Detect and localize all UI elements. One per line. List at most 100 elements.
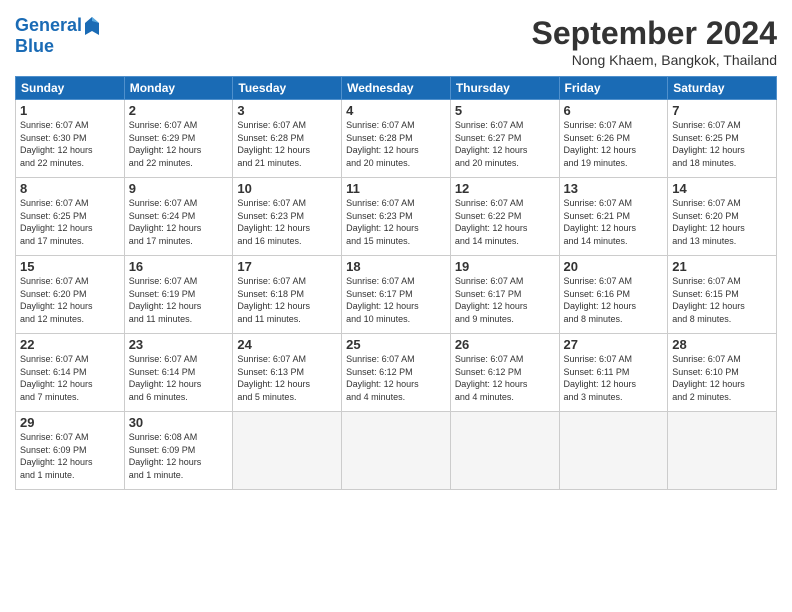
calendar-cell-20: 20Sunrise: 6:07 AMSunset: 6:16 PMDayligh… <box>559 256 668 334</box>
calendar-cell-10: 10Sunrise: 6:07 AMSunset: 6:23 PMDayligh… <box>233 178 342 256</box>
day-number: 4 <box>346 103 446 118</box>
calendar-cell-26: 26Sunrise: 6:07 AMSunset: 6:12 PMDayligh… <box>450 334 559 412</box>
day-info: Sunrise: 6:07 AMSunset: 6:17 PMDaylight:… <box>346 275 446 325</box>
day-number: 5 <box>455 103 555 118</box>
calendar-cell-25: 25Sunrise: 6:07 AMSunset: 6:12 PMDayligh… <box>342 334 451 412</box>
calendar-cell-23: 23Sunrise: 6:07 AMSunset: 6:14 PMDayligh… <box>124 334 233 412</box>
day-info: Sunrise: 6:07 AMSunset: 6:30 PMDaylight:… <box>20 119 120 169</box>
logo-icon <box>83 15 101 37</box>
day-number: 25 <box>346 337 446 352</box>
calendar-cell-empty <box>450 412 559 490</box>
day-info: Sunrise: 6:07 AMSunset: 6:24 PMDaylight:… <box>129 197 229 247</box>
calendar-cell-22: 22Sunrise: 6:07 AMSunset: 6:14 PMDayligh… <box>16 334 125 412</box>
calendar-cell-8: 8Sunrise: 6:07 AMSunset: 6:25 PMDaylight… <box>16 178 125 256</box>
calendar-week-1: 1Sunrise: 6:07 AMSunset: 6:30 PMDaylight… <box>16 100 777 178</box>
day-info: Sunrise: 6:07 AMSunset: 6:27 PMDaylight:… <box>455 119 555 169</box>
calendar-cell-30: 30Sunrise: 6:08 AMSunset: 6:09 PMDayligh… <box>124 412 233 490</box>
day-number: 18 <box>346 259 446 274</box>
main-container: General Blue September 2024 Nong Khaem, … <box>0 0 792 500</box>
calendar-cell-9: 9Sunrise: 6:07 AMSunset: 6:24 PMDaylight… <box>124 178 233 256</box>
day-info: Sunrise: 6:07 AMSunset: 6:15 PMDaylight:… <box>672 275 772 325</box>
day-number: 2 <box>129 103 229 118</box>
day-number: 21 <box>672 259 772 274</box>
day-info: Sunrise: 6:07 AMSunset: 6:26 PMDaylight:… <box>564 119 664 169</box>
day-number: 28 <box>672 337 772 352</box>
day-number: 20 <box>564 259 664 274</box>
day-number: 17 <box>237 259 337 274</box>
location: Nong Khaem, Bangkok, Thailand <box>532 52 777 68</box>
calendar-table: SundayMondayTuesdayWednesdayThursdayFrid… <box>15 76 777 490</box>
calendar-cell-empty <box>559 412 668 490</box>
day-info: Sunrise: 6:07 AMSunset: 6:21 PMDaylight:… <box>564 197 664 247</box>
day-number: 10 <box>237 181 337 196</box>
day-info: Sunrise: 6:07 AMSunset: 6:20 PMDaylight:… <box>672 197 772 247</box>
day-info: Sunrise: 6:07 AMSunset: 6:29 PMDaylight:… <box>129 119 229 169</box>
day-number: 19 <box>455 259 555 274</box>
day-number: 1 <box>20 103 120 118</box>
day-info: Sunrise: 6:07 AMSunset: 6:28 PMDaylight:… <box>237 119 337 169</box>
day-number: 30 <box>129 415 229 430</box>
day-number: 8 <box>20 181 120 196</box>
title-area: September 2024 Nong Khaem, Bangkok, Thai… <box>532 15 777 68</box>
calendar-cell-3: 3Sunrise: 6:07 AMSunset: 6:28 PMDaylight… <box>233 100 342 178</box>
day-number: 24 <box>237 337 337 352</box>
calendar-cell-19: 19Sunrise: 6:07 AMSunset: 6:17 PMDayligh… <box>450 256 559 334</box>
day-number: 11 <box>346 181 446 196</box>
day-info: Sunrise: 6:07 AMSunset: 6:14 PMDaylight:… <box>129 353 229 403</box>
header-cell-friday: Friday <box>559 77 668 100</box>
calendar-cell-6: 6Sunrise: 6:07 AMSunset: 6:26 PMDaylight… <box>559 100 668 178</box>
header: General Blue September 2024 Nong Khaem, … <box>15 15 777 68</box>
day-number: 23 <box>129 337 229 352</box>
logo: General Blue <box>15 15 101 57</box>
calendar-cell-7: 7Sunrise: 6:07 AMSunset: 6:25 PMDaylight… <box>668 100 777 178</box>
day-info: Sunrise: 6:07 AMSunset: 6:25 PMDaylight:… <box>20 197 120 247</box>
calendar-cell-29: 29Sunrise: 6:07 AMSunset: 6:09 PMDayligh… <box>16 412 125 490</box>
calendar-week-3: 15Sunrise: 6:07 AMSunset: 6:20 PMDayligh… <box>16 256 777 334</box>
header-cell-monday: Monday <box>124 77 233 100</box>
day-info: Sunrise: 6:07 AMSunset: 6:09 PMDaylight:… <box>20 431 120 481</box>
day-number: 27 <box>564 337 664 352</box>
day-number: 14 <box>672 181 772 196</box>
calendar-cell-27: 27Sunrise: 6:07 AMSunset: 6:11 PMDayligh… <box>559 334 668 412</box>
calendar-cell-28: 28Sunrise: 6:07 AMSunset: 6:10 PMDayligh… <box>668 334 777 412</box>
day-number: 12 <box>455 181 555 196</box>
day-info: Sunrise: 6:07 AMSunset: 6:25 PMDaylight:… <box>672 119 772 169</box>
day-number: 26 <box>455 337 555 352</box>
day-info: Sunrise: 6:07 AMSunset: 6:12 PMDaylight:… <box>455 353 555 403</box>
calendar-cell-empty <box>342 412 451 490</box>
calendar-cell-15: 15Sunrise: 6:07 AMSunset: 6:20 PMDayligh… <box>16 256 125 334</box>
calendar-cell-5: 5Sunrise: 6:07 AMSunset: 6:27 PMDaylight… <box>450 100 559 178</box>
logo-blue: Blue <box>15 37 101 57</box>
calendar-cell-2: 2Sunrise: 6:07 AMSunset: 6:29 PMDaylight… <box>124 100 233 178</box>
calendar-cell-14: 14Sunrise: 6:07 AMSunset: 6:20 PMDayligh… <box>668 178 777 256</box>
calendar-cell-4: 4Sunrise: 6:07 AMSunset: 6:28 PMDaylight… <box>342 100 451 178</box>
calendar-cell-18: 18Sunrise: 6:07 AMSunset: 6:17 PMDayligh… <box>342 256 451 334</box>
day-info: Sunrise: 6:07 AMSunset: 6:20 PMDaylight:… <box>20 275 120 325</box>
day-number: 3 <box>237 103 337 118</box>
day-info: Sunrise: 6:07 AMSunset: 6:14 PMDaylight:… <box>20 353 120 403</box>
calendar-cell-11: 11Sunrise: 6:07 AMSunset: 6:23 PMDayligh… <box>342 178 451 256</box>
day-number: 6 <box>564 103 664 118</box>
day-number: 13 <box>564 181 664 196</box>
header-cell-saturday: Saturday <box>668 77 777 100</box>
day-number: 9 <box>129 181 229 196</box>
day-number: 29 <box>20 415 120 430</box>
calendar-week-5: 29Sunrise: 6:07 AMSunset: 6:09 PMDayligh… <box>16 412 777 490</box>
day-info: Sunrise: 6:07 AMSunset: 6:19 PMDaylight:… <box>129 275 229 325</box>
day-info: Sunrise: 6:07 AMSunset: 6:13 PMDaylight:… <box>237 353 337 403</box>
calendar-cell-21: 21Sunrise: 6:07 AMSunset: 6:15 PMDayligh… <box>668 256 777 334</box>
day-number: 22 <box>20 337 120 352</box>
calendar-cell-empty <box>668 412 777 490</box>
day-info: Sunrise: 6:07 AMSunset: 6:28 PMDaylight:… <box>346 119 446 169</box>
header-cell-thursday: Thursday <box>450 77 559 100</box>
day-number: 16 <box>129 259 229 274</box>
calendar-header-row: SundayMondayTuesdayWednesdayThursdayFrid… <box>16 77 777 100</box>
day-number: 15 <box>20 259 120 274</box>
day-info: Sunrise: 6:07 AMSunset: 6:12 PMDaylight:… <box>346 353 446 403</box>
day-info: Sunrise: 6:07 AMSunset: 6:10 PMDaylight:… <box>672 353 772 403</box>
calendar-cell-12: 12Sunrise: 6:07 AMSunset: 6:22 PMDayligh… <box>450 178 559 256</box>
calendar-week-4: 22Sunrise: 6:07 AMSunset: 6:14 PMDayligh… <box>16 334 777 412</box>
logo-text: General <box>15 16 82 36</box>
calendar-cell-24: 24Sunrise: 6:07 AMSunset: 6:13 PMDayligh… <box>233 334 342 412</box>
header-cell-wednesday: Wednesday <box>342 77 451 100</box>
